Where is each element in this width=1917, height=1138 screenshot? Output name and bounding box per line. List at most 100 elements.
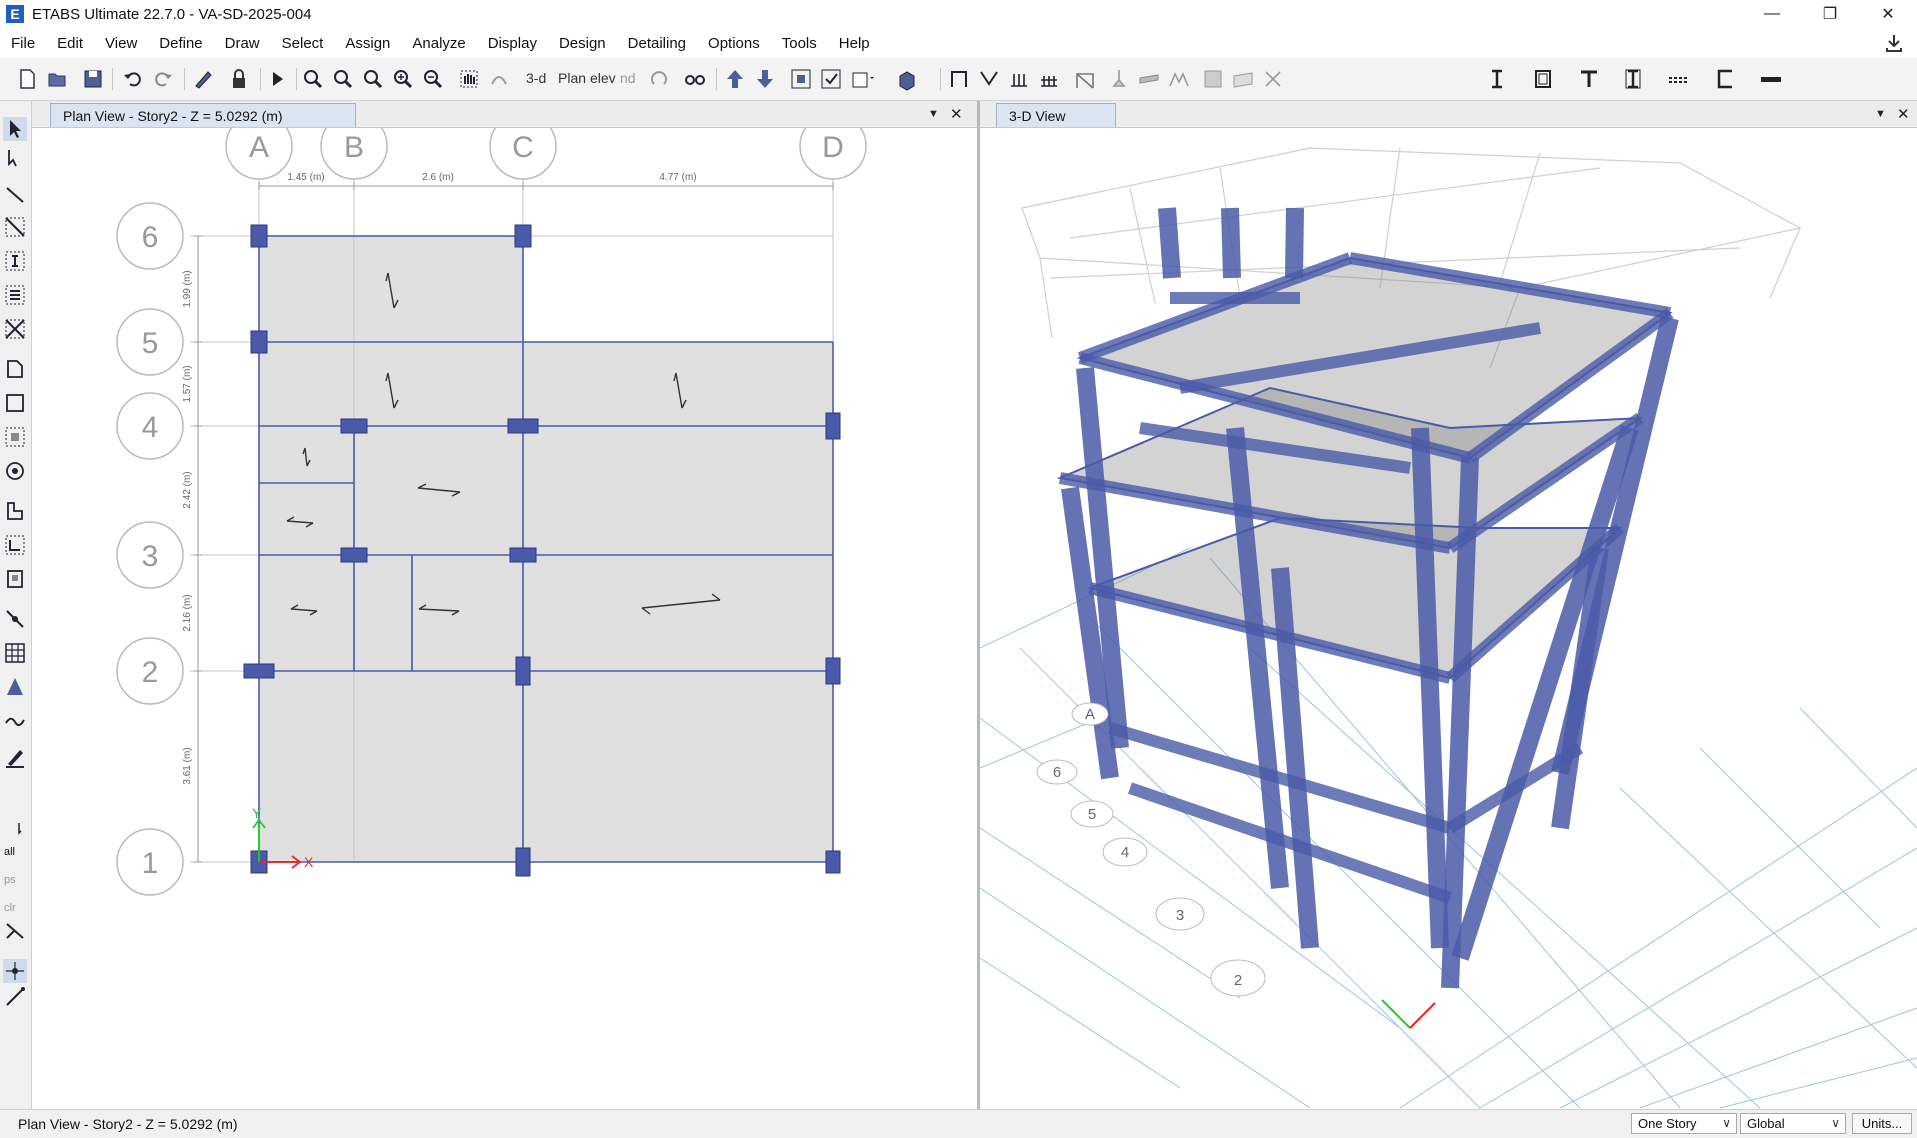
- download-icon[interactable]: [1883, 32, 1905, 54]
- brace-icon[interactable]: [1072, 66, 1098, 92]
- new-model-icon[interactable]: [14, 66, 40, 92]
- zoom-out-icon[interactable]: [420, 66, 446, 92]
- view-3d-button[interactable]: 3-d: [526, 70, 546, 86]
- deck-icon[interactable]: [1230, 66, 1256, 92]
- draw-secondary-beam-icon[interactable]: [3, 283, 27, 307]
- box-section-icon[interactable]: [1620, 66, 1646, 92]
- menu-analyze[interactable]: Analyze: [401, 35, 476, 52]
- deck-section-icon[interactable]: [1666, 66, 1692, 92]
- wall-icon[interactable]: [1136, 66, 1162, 92]
- view-3d-dropdown-button[interactable]: ▼: [1875, 108, 1886, 120]
- undo-icon[interactable]: [120, 66, 146, 92]
- rotate-view-icon[interactable]: [646, 66, 672, 92]
- units-button[interactable]: Units...: [1852, 1113, 1912, 1134]
- draw-line-icon[interactable]: [3, 183, 27, 207]
- quick-draw-wall-icon[interactable]: [3, 533, 27, 557]
- elevation-view-button[interactable]: elev: [590, 70, 616, 86]
- zoom-window-icon[interactable]: [300, 66, 326, 92]
- close-window-button[interactable]: ✕: [1859, 0, 1917, 28]
- menu-help[interactable]: Help: [828, 35, 881, 52]
- plan-view-tab[interactable]: Plan View - Story2 - Z = 5.0292 (m): [50, 103, 356, 127]
- opening-icon[interactable]: [1166, 66, 1192, 92]
- redo-icon[interactable]: [150, 66, 176, 92]
- draw-beam-region-icon[interactable]: [3, 215, 27, 239]
- frame-icon[interactable]: [946, 66, 972, 92]
- set-display-options-icon[interactable]: [848, 66, 874, 92]
- menu-edit[interactable]: Edit: [46, 35, 94, 52]
- area-icon[interactable]: [1200, 66, 1226, 92]
- beam-icon[interactable]: [1036, 66, 1062, 92]
- move-up-icon[interactable]: [722, 66, 748, 92]
- rectangle-section-icon[interactable]: [1530, 66, 1556, 92]
- select-all-button[interactable]: all: [4, 846, 15, 858]
- menu-assign[interactable]: Assign: [334, 35, 401, 52]
- menu-detailing[interactable]: Detailing: [617, 35, 697, 52]
- plan-view-canvas[interactable]: 1.45 (m) 2.6 (m) 4.77 (m) 1.99 (m) 1.57 …: [32, 128, 977, 1109]
- draw-polygon-area-icon[interactable]: [3, 357, 27, 381]
- move-down-icon[interactable]: [752, 66, 778, 92]
- dimension-label-2-1: 3.61 (m): [182, 747, 193, 784]
- object-shrink-icon[interactable]: [788, 66, 814, 92]
- channel-section-icon[interactable]: [1712, 66, 1738, 92]
- story-select[interactable]: One Story ∨: [1631, 1113, 1737, 1134]
- view-3d-close-button[interactable]: ✕: [1897, 105, 1910, 123]
- menu-draw[interactable]: Draw: [214, 35, 271, 52]
- open-icon[interactable]: [44, 66, 70, 92]
- draw-tendon-icon[interactable]: [3, 709, 27, 733]
- menu-define[interactable]: Define: [148, 35, 213, 52]
- intersecting-line-select-icon[interactable]: [3, 919, 27, 943]
- clear-selection-button[interactable]: clr: [4, 902, 16, 914]
- menu-options[interactable]: Options: [697, 35, 771, 52]
- draw-grid-icon[interactable]: [3, 641, 27, 665]
- menu-select[interactable]: Select: [271, 35, 335, 52]
- restraint-icon[interactable]: [1106, 66, 1132, 92]
- reshape-icon[interactable]: [1260, 66, 1286, 92]
- rotate-3d-icon[interactable]: [486, 66, 512, 92]
- nd-button[interactable]: nd: [620, 70, 636, 86]
- menu-display[interactable]: Display: [477, 35, 548, 52]
- save-icon[interactable]: [80, 66, 106, 92]
- menu-tools[interactable]: Tools: [771, 35, 828, 52]
- view-3d-tab[interactable]: 3-D View: [996, 103, 1116, 127]
- previous-selection-button[interactable]: ps: [4, 874, 16, 886]
- view-3d-canvas[interactable]: A 6 5 4 3 2: [980, 128, 1917, 1109]
- snap-points-icon[interactable]: [3, 959, 27, 983]
- draw-column-region-icon[interactable]: [3, 249, 27, 273]
- draw-opening-icon[interactable]: [3, 459, 27, 483]
- quick-draw-area-icon[interactable]: [3, 425, 27, 449]
- draw-link-icon[interactable]: [3, 607, 27, 631]
- column-icon[interactable]: [1006, 66, 1032, 92]
- menu-file[interactable]: File: [0, 35, 46, 52]
- plan-view-close-button[interactable]: ✕: [950, 105, 963, 123]
- tee-section-icon[interactable]: [1576, 66, 1602, 92]
- link-icon[interactable]: [976, 66, 1002, 92]
- plan-view-dropdown-button[interactable]: ▼: [928, 108, 939, 120]
- zoom-restore-icon[interactable]: [330, 66, 356, 92]
- building-view-icon[interactable]: [894, 66, 920, 92]
- pan-icon[interactable]: [456, 66, 482, 92]
- plan-view-button[interactable]: Plan: [558, 70, 586, 86]
- snap-ends-icon[interactable]: [3, 985, 27, 1009]
- zoom-in-icon[interactable]: [390, 66, 416, 92]
- draw-rectangle-area-icon[interactable]: [3, 391, 27, 415]
- check-icon[interactable]: [818, 66, 844, 92]
- draw-reference-line-icon[interactable]: [3, 745, 27, 769]
- lock-icon[interactable]: [226, 66, 252, 92]
- draw-dimension-icon[interactable]: [3, 675, 27, 699]
- restore-button[interactable]: ❐: [1801, 0, 1859, 28]
- menu-view[interactable]: View: [94, 35, 148, 52]
- minimize-button[interactable]: —: [1743, 0, 1801, 28]
- pointer-select-icon[interactable]: [3, 117, 27, 141]
- draw-wall-opening-icon[interactable]: [3, 567, 27, 591]
- draw-brace-icon[interactable]: [3, 317, 27, 341]
- i-section-icon[interactable]: [1484, 66, 1510, 92]
- slab-section-icon[interactable]: [1758, 66, 1784, 92]
- reshape-pointer-icon[interactable]: [3, 147, 27, 171]
- zoom-all-icon[interactable]: [360, 66, 386, 92]
- coordinate-system-select[interactable]: Global ∨: [1740, 1113, 1846, 1134]
- perspective-icon[interactable]: [682, 66, 708, 92]
- pencil-icon[interactable]: [190, 66, 216, 92]
- draw-wall-icon[interactable]: [3, 499, 27, 523]
- run-analysis-icon[interactable]: [264, 66, 290, 92]
- menu-design[interactable]: Design: [548, 35, 617, 52]
